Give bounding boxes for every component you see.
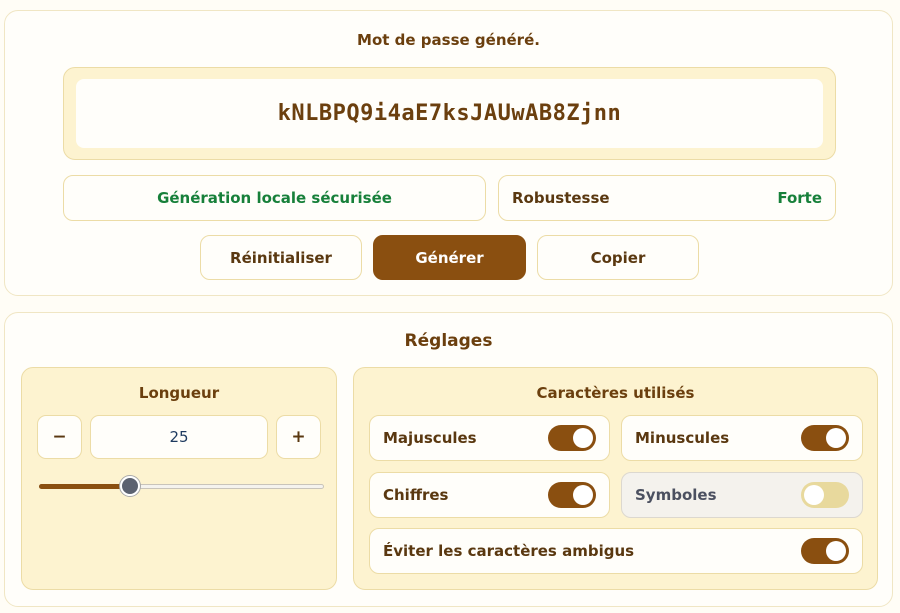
characters-panel: Caractères utilisés Majuscules Minuscule… — [353, 367, 878, 590]
increase-length-button[interactable]: + — [276, 415, 321, 459]
settings-card: Réglages Longueur − 25 + Caractères util… — [4, 312, 893, 607]
strength-label: Robustesse — [512, 189, 610, 207]
option-uppercase-label: Majuscules — [383, 429, 477, 447]
strength-indicator: Robustesse Forte — [498, 175, 836, 221]
option-lowercase-label: Minuscules — [635, 429, 730, 447]
password-output-field[interactable]: kNLBPQ9i4aE7ksJAUwAB8Zjnn — [76, 79, 823, 148]
password-output-box: kNLBPQ9i4aE7ksJAUwAB8Zjnn — [63, 67, 836, 160]
option-avoid-ambiguous-label: Éviter les caractères ambigus — [383, 542, 635, 560]
generator-card: Mot de passe généré. kNLBPQ9i4aE7ksJAUwA… — [4, 10, 893, 296]
option-symbols[interactable]: Symboles — [621, 472, 863, 518]
option-lowercase[interactable]: Minuscules — [621, 415, 863, 461]
toggle-knob — [804, 485, 824, 505]
reset-button[interactable]: Réinitialiser — [200, 235, 362, 280]
uppercase-toggle[interactable] — [548, 425, 596, 451]
option-avoid-ambiguous[interactable]: Éviter les caractères ambigus — [369, 528, 863, 574]
slider-thumb[interactable] — [120, 476, 141, 496]
copy-button[interactable]: Copier — [537, 235, 699, 280]
slider-fill — [39, 484, 131, 489]
password-text: kNLBPQ9i4aE7ksJAUwAB8Zjnn — [277, 101, 622, 126]
toggle-knob — [573, 428, 593, 448]
settings-title: Réglages — [404, 331, 493, 351]
symbols-toggle[interactable] — [801, 482, 849, 508]
lowercase-toggle[interactable] — [801, 425, 849, 451]
length-input[interactable]: 25 — [90, 415, 268, 459]
decrease-length-button[interactable]: − — [37, 415, 82, 459]
strength-value: Forte — [777, 189, 822, 207]
digits-toggle[interactable] — [548, 482, 596, 508]
toggle-knob — [826, 428, 846, 448]
toggle-knob — [826, 541, 846, 561]
avoid-ambiguous-toggle[interactable] — [801, 538, 849, 564]
option-uppercase[interactable]: Majuscules — [369, 415, 610, 461]
option-symbols-label: Symboles — [635, 486, 717, 504]
toggle-knob — [573, 485, 593, 505]
generated-password-title: Mot de passe généré. — [357, 31, 540, 49]
option-digits-label: Chiffres — [383, 486, 449, 504]
local-generation-badge: Génération locale sécurisée — [63, 175, 486, 221]
length-title: Longueur — [138, 384, 220, 402]
characters-title: Caractères utilisés — [536, 384, 695, 402]
length-slider[interactable] — [39, 474, 324, 498]
local-generation-label: Génération locale sécurisée — [157, 189, 392, 207]
length-panel: Longueur − 25 + — [21, 367, 337, 590]
generate-button[interactable]: Générer — [373, 235, 526, 280]
option-digits[interactable]: Chiffres — [369, 472, 610, 518]
